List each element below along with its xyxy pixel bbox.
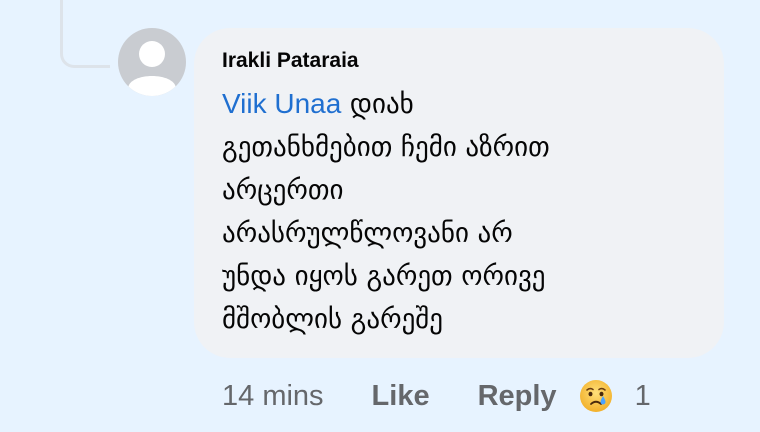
thread-connector — [60, 0, 110, 68]
comment-bubble: Irakli Pataraia Viik Unaa დიახ გეთანხმებ… — [194, 28, 724, 358]
default-avatar-icon — [128, 41, 176, 96]
timestamp-link[interactable]: 14 mins — [222, 380, 324, 413]
comment-line: არცერთი — [222, 175, 344, 206]
crying-face-icon[interactable] — [579, 379, 613, 413]
mention-link[interactable]: Viik Unaa — [222, 88, 341, 119]
reply-button[interactable]: Reply — [478, 380, 557, 413]
comment-line: დიახ — [341, 89, 414, 120]
comment-line: გეთანხმებით ჩემი აზრით — [222, 132, 550, 163]
comment-line: მშობლის გარეშე — [222, 304, 443, 335]
comment-line: უნდა იყოს გარეთ ორივე — [222, 261, 546, 292]
comment-line: არასრულწლოვანი არ — [222, 218, 513, 249]
comment-actions: 14 mins Like Reply 1 — [222, 374, 651, 418]
comment-author[interactable]: Irakli Pataraia — [222, 48, 696, 74]
like-button[interactable]: Like — [372, 380, 430, 413]
avatar[interactable] — [118, 28, 186, 96]
comment-text: Viik Unaa დიახ გეთანხმებით ჩემი აზრით არ… — [222, 82, 696, 341]
reaction-count[interactable]: 1 — [635, 380, 651, 413]
